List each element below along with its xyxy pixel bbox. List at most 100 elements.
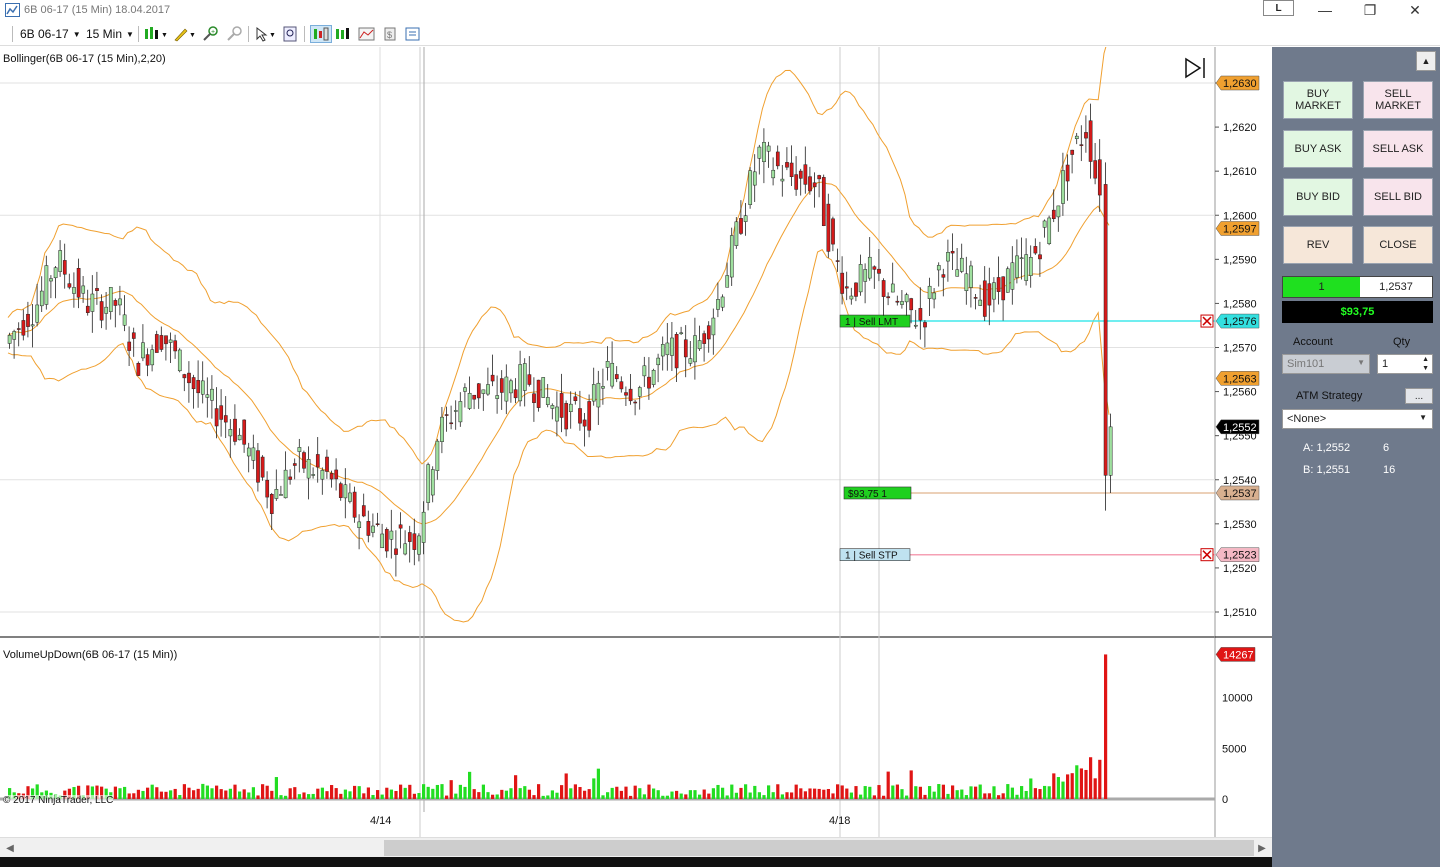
candle: [256, 450, 260, 483]
candle: [283, 469, 288, 499]
chart-style-icon[interactable]: ▼: [144, 25, 170, 43]
sell-bid-button[interactable]: SELL BID: [1363, 178, 1433, 216]
close-window-button[interactable]: ✕: [1392, 0, 1438, 20]
volume-bar: [514, 775, 518, 799]
buy-ask-button[interactable]: BUY ASK: [1283, 130, 1353, 168]
chart-trader-panel: ▲ BUY MARKET SELL MARKET BUY ASK SELL AS…: [1272, 47, 1440, 867]
candle: [812, 182, 817, 188]
atm-strategy-select[interactable]: <None> ▼: [1282, 409, 1433, 429]
candle: [499, 378, 504, 393]
y-tick-label: 1,2510: [1223, 607, 1257, 619]
candle: [527, 374, 532, 385]
atm-strategy-button[interactable]: ...: [1405, 388, 1433, 404]
volume-bar: [228, 788, 232, 799]
volume-bar: [868, 786, 872, 799]
candle: [927, 285, 932, 299]
buy-market-button[interactable]: BUY MARKET: [1283, 81, 1353, 119]
horizontal-scrollbar[interactable]: ◀ ▶: [0, 837, 1272, 857]
search-icon[interactable]: [282, 25, 300, 43]
toolbar-separator: [304, 26, 305, 42]
data-box-icon[interactable]: $: [382, 25, 398, 43]
reverse-button[interactable]: REV: [1283, 226, 1353, 264]
volume-bar: [141, 790, 145, 799]
minimize-button[interactable]: —: [1302, 0, 1348, 20]
candle: [941, 274, 946, 278]
volume-bar: [270, 790, 274, 799]
indicators-icon[interactable]: [334, 25, 352, 43]
restore-button[interactable]: ❐: [1347, 0, 1393, 20]
candle: [867, 256, 872, 279]
volume-bar: [1024, 790, 1028, 799]
price-chart[interactable]: 1,2630 1,2620 1,2610 1,2600 1,2590 1,2580 1,25…: [0, 47, 1272, 837]
candle: [1001, 276, 1006, 301]
scroll-to-end-icon: [1185, 57, 1202, 79]
volume-bar: [707, 793, 711, 799]
sell-market-label: SELL MARKET: [1375, 88, 1421, 112]
volume-bar: [316, 788, 320, 799]
candle: [476, 383, 481, 399]
candle: [251, 447, 256, 461]
scroll-right-icon[interactable]: ▶: [1254, 840, 1270, 856]
volume-bar: [780, 794, 784, 799]
buy-bid-button[interactable]: BUY BID: [1283, 178, 1353, 216]
interval-selector[interactable]: 15 Min ▼: [86, 24, 134, 44]
scroll-left-icon[interactable]: ◀: [2, 840, 18, 856]
volume-bar: [1047, 786, 1051, 799]
link-button[interactable]: L: [1263, 0, 1294, 16]
instrument-selector[interactable]: 6B 06-17 ▼: [20, 24, 81, 44]
volume-bar: [1001, 793, 1005, 799]
price-marker-label: 1,2576: [1223, 316, 1257, 328]
candle: [950, 250, 955, 254]
y-tick-label: 1,2540: [1223, 475, 1257, 487]
volume-bar: [164, 791, 168, 799]
pointer-icon[interactable]: ▼: [254, 25, 278, 43]
volume-bar: [932, 791, 936, 799]
candle: [734, 221, 739, 246]
volume-bar: [905, 795, 909, 799]
candle: [679, 332, 684, 335]
drawing-tool-icon[interactable]: ▼: [173, 25, 197, 43]
quantity-stepper[interactable]: 1 ▲ ▼: [1377, 354, 1433, 374]
candle: [389, 530, 394, 540]
close-position-button[interactable]: CLOSE: [1363, 226, 1433, 264]
volume-bar: [385, 787, 389, 799]
volume-bar: [1020, 786, 1024, 799]
atm-value: <None>: [1287, 413, 1327, 425]
zoom-in-icon[interactable]: +: [202, 25, 220, 43]
strategies-icon[interactable]: [358, 25, 376, 43]
chart-trader-icon[interactable]: [310, 25, 332, 43]
candle: [1097, 159, 1102, 196]
candle: [720, 296, 725, 308]
candle: [637, 387, 642, 397]
candle: [504, 376, 509, 402]
bollinger-label: Bollinger(6B 06-17 (15 Min),2,20): [3, 53, 166, 65]
candle: [697, 340, 702, 350]
volume-bar: [1033, 788, 1037, 799]
volume-bar: [941, 784, 945, 799]
svg-text:▼: ▼: [161, 32, 168, 39]
properties-icon[interactable]: [404, 25, 422, 43]
volume-bar: [951, 785, 955, 799]
volume-bar: [629, 795, 633, 799]
candle: [757, 146, 762, 159]
volume-bar: [265, 785, 269, 799]
collapse-panel-button[interactable]: ▲: [1416, 51, 1436, 71]
volume-bar: [946, 793, 950, 799]
sell-market-button[interactable]: SELL MARKET: [1363, 81, 1433, 119]
account-select[interactable]: Sim101 ▼: [1282, 354, 1370, 374]
scrollbar-thumb[interactable]: [384, 840, 1254, 856]
chevron-down-icon: ▼: [1357, 358, 1365, 367]
spin-arrows-icon[interactable]: ▲ ▼: [1422, 355, 1429, 373]
volume-bar: [725, 795, 729, 799]
chart-canvas[interactable]: 1,2630 1,2620 1,2610 1,2600 1,2590 1,2580 1,25…: [0, 47, 1272, 837]
volume-bar: [762, 795, 766, 799]
volume-bar: [840, 785, 844, 799]
candle: [716, 299, 720, 310]
candle: [831, 218, 835, 245]
volume-last-label: 14267: [1223, 649, 1254, 661]
candle: [647, 376, 651, 389]
bollinger-upper-band: [7, 47, 1107, 465]
volume-bar: [422, 784, 426, 799]
sell-ask-button[interactable]: SELL ASK: [1363, 130, 1433, 168]
zoom-out-icon[interactable]: [226, 25, 244, 43]
